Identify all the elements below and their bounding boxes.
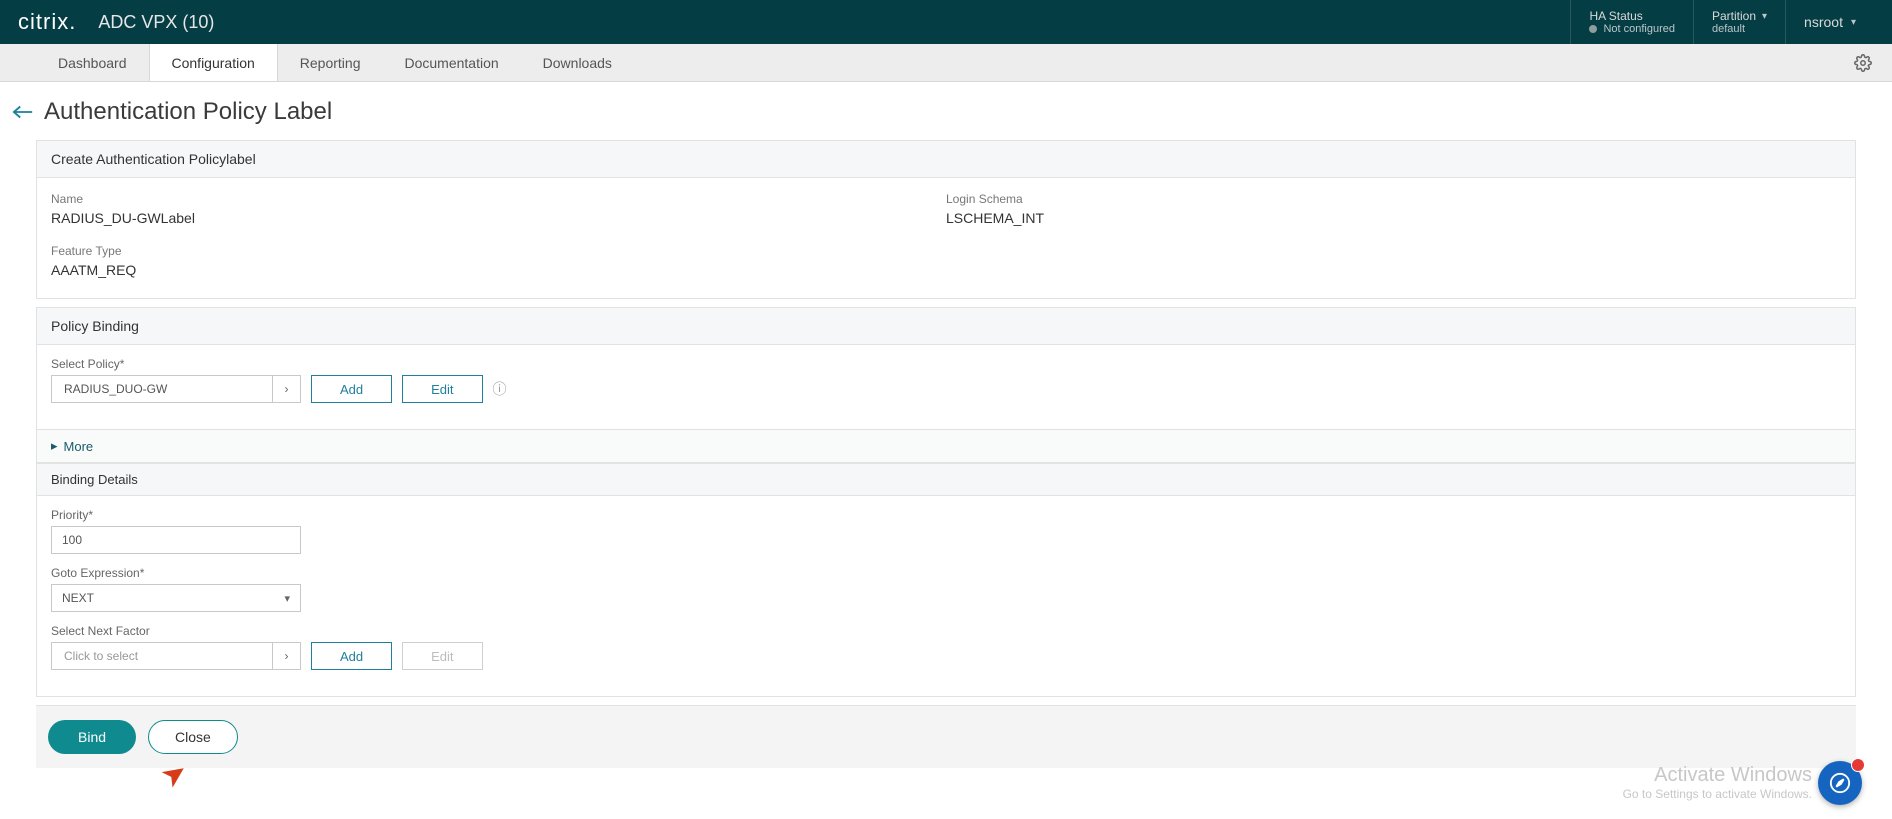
chevron-down-icon: ▾ (284, 592, 290, 605)
select-next-factor-picker[interactable]: Click to select › (51, 642, 301, 670)
tab-documentation[interactable]: Documentation (382, 44, 520, 81)
binding-details-header: Binding Details (37, 463, 1855, 496)
select-next-factor-placeholder: Click to select (52, 649, 272, 663)
notification-badge-icon (1851, 758, 1865, 772)
main-tabs: Dashboard Configuration Reporting Docume… (0, 44, 1892, 82)
select-policy-label: Select Policy* (51, 357, 1841, 371)
footer-bar: Bind Close ➤ (36, 705, 1856, 768)
chevron-down-icon: ▾ (1851, 17, 1856, 28)
back-arrow-icon (12, 104, 34, 120)
topbar: citrix. ADC VPX (10) HA Status Not confi… (0, 0, 1892, 44)
compass-icon (1829, 772, 1851, 794)
feature-type-value: AAATM_REQ (51, 262, 946, 278)
summary-header: Create Authentication Policylabel (37, 141, 1855, 178)
product-name: ADC VPX (10) (98, 12, 214, 33)
goto-expression-select[interactable]: NEXT ▾ (51, 584, 301, 612)
goto-expression-value: NEXT (62, 591, 94, 605)
user-name: nsroot (1804, 14, 1843, 30)
ha-status-value: Not configured (1603, 23, 1675, 35)
tab-reporting[interactable]: Reporting (278, 44, 383, 81)
policy-binding-header: Policy Binding (37, 308, 1855, 345)
page-header: Authentication Policy Label (0, 82, 1892, 140)
windows-activation-watermark: Activate Windows Go to Settings to activ… (1623, 764, 1812, 801)
watermark-line2: Go to Settings to activate Windows. (1623, 787, 1812, 801)
priority-input[interactable] (51, 526, 301, 554)
login-schema-value: LSCHEMA_INT (946, 210, 1841, 226)
goto-expression-label: Goto Expression* (51, 566, 1841, 580)
bind-button[interactable]: Bind (48, 720, 136, 754)
ha-status-cell: HA Status Not configured (1570, 0, 1693, 44)
summary-panel: Create Authentication Policylabel Name R… (36, 140, 1856, 299)
tab-downloads[interactable]: Downloads (521, 44, 634, 81)
select-next-factor-label: Select Next Factor (51, 624, 1841, 638)
add-next-factor-button[interactable]: Add (311, 642, 392, 670)
edit-next-factor-button: Edit (402, 642, 482, 670)
user-menu[interactable]: nsroot ▾ (1785, 0, 1874, 44)
select-policy-picker[interactable]: RADIUS_DUO-GW › (51, 375, 301, 403)
settings-gear-button[interactable] (1854, 44, 1872, 81)
name-label: Name (51, 192, 946, 206)
partition-cell[interactable]: Partition ▾ default (1693, 0, 1785, 44)
cursor-pointer-icon: ➤ (154, 753, 195, 796)
citrix-logo: citrix. (18, 9, 76, 35)
edit-policy-button[interactable]: Edit (402, 375, 482, 403)
select-policy-value: RADIUS_DUO-GW (52, 382, 272, 396)
partition-label: Partition (1712, 9, 1756, 23)
name-value: RADIUS_DU-GWLabel (51, 210, 946, 226)
tab-dashboard[interactable]: Dashboard (36, 44, 149, 81)
gear-icon (1854, 54, 1872, 72)
tab-configuration[interactable]: Configuration (149, 44, 278, 81)
caret-right-icon: ▸ (51, 438, 58, 454)
more-label: More (64, 439, 94, 454)
page-title: Authentication Policy Label (44, 98, 332, 126)
policy-binding-panel: Policy Binding Select Policy* RADIUS_DUO… (36, 307, 1856, 697)
ha-status-dot-icon (1589, 25, 1597, 33)
ha-status-label: HA Status (1589, 9, 1642, 23)
back-button[interactable] (12, 104, 34, 120)
more-toggle[interactable]: ▸ More (37, 429, 1855, 463)
partition-value: default (1712, 23, 1745, 35)
feature-type-label: Feature Type (51, 244, 946, 258)
login-schema-label: Login Schema (946, 192, 1841, 206)
help-fab-button[interactable] (1818, 761, 1862, 805)
close-button[interactable]: Close (148, 720, 238, 754)
priority-label: Priority* (51, 508, 1841, 522)
add-policy-button[interactable]: Add (311, 375, 392, 403)
chevron-right-icon[interactable]: › (272, 643, 300, 669)
chevron-right-icon[interactable]: › (272, 376, 300, 402)
info-icon[interactable]: ⓘ (493, 379, 507, 399)
chevron-down-icon: ▾ (1762, 11, 1767, 22)
